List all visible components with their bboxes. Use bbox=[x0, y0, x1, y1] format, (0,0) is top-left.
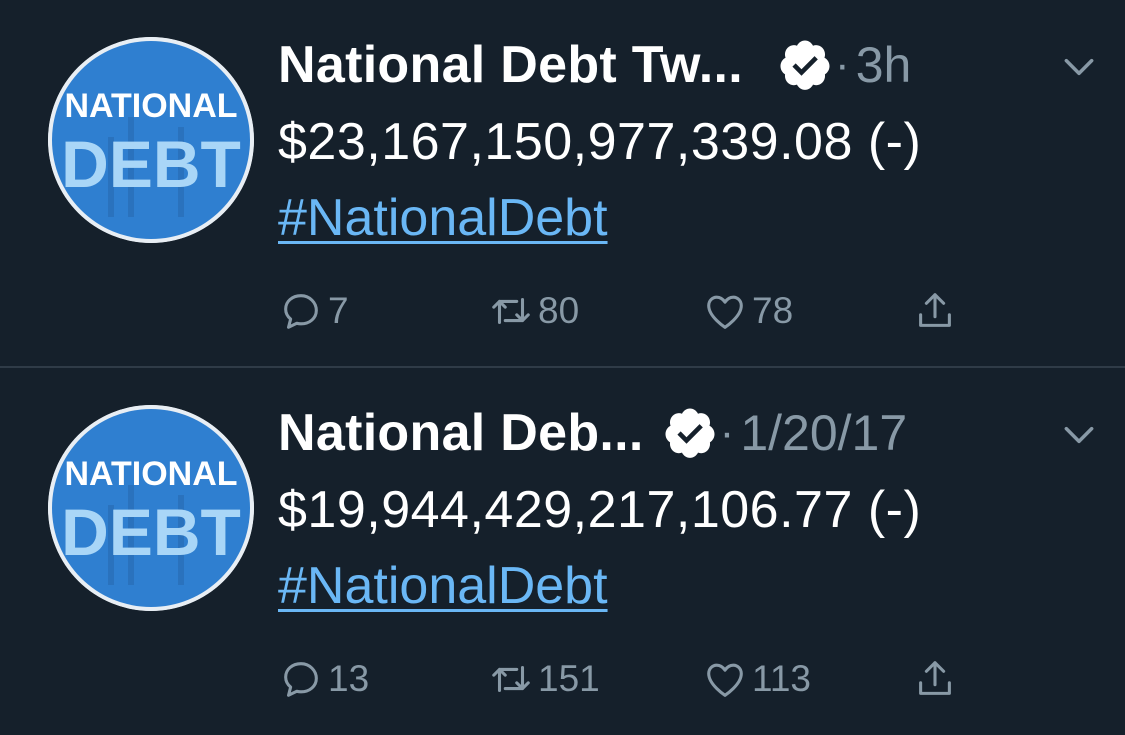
tweet[interactable]: NATIONAL DEBT National Debt Tw... · 3h $… bbox=[0, 0, 1125, 366]
chevron-down-icon[interactable] bbox=[1060, 416, 1098, 454]
display-name[interactable]: National Deb... bbox=[278, 403, 644, 463]
like-count: 113 bbox=[752, 658, 811, 699]
reply-count: 13 bbox=[328, 658, 370, 699]
share-button[interactable] bbox=[912, 286, 958, 336]
tweet-text: $23,167,150,977,339.08 (-) bbox=[278, 113, 922, 171]
verified-badge-icon bbox=[665, 408, 715, 458]
like-button[interactable]: 113 bbox=[702, 654, 811, 704]
reply-button[interactable]: 7 bbox=[278, 286, 349, 336]
timestamp[interactable]: 3h bbox=[856, 36, 912, 94]
like-button[interactable]: 78 bbox=[702, 286, 793, 336]
national-debt-logo: NATIONAL DEBT bbox=[48, 37, 254, 243]
retweet-icon bbox=[492, 297, 530, 325]
avatar-text-national: NATIONAL bbox=[64, 455, 237, 493]
retweet-count: 80 bbox=[538, 290, 580, 331]
reply-icon bbox=[284, 662, 318, 697]
hashtag-link[interactable]: #NationalDebt bbox=[278, 188, 608, 248]
retweet-button[interactable]: 151 bbox=[488, 654, 600, 704]
chevron-down-icon[interactable] bbox=[1060, 48, 1098, 86]
separator-dot: · bbox=[835, 40, 850, 89]
avatar-text-national: NATIONAL bbox=[64, 87, 237, 125]
reply-icon bbox=[284, 294, 318, 329]
retweet-icon bbox=[492, 665, 530, 693]
tweet-actions: 7 80 78 bbox=[278, 286, 978, 336]
avatar[interactable]: NATIONAL DEBT bbox=[48, 37, 254, 243]
share-icon bbox=[919, 293, 951, 327]
separator-dot: · bbox=[719, 408, 735, 457]
verified-badge-icon bbox=[780, 40, 830, 90]
reply-count: 7 bbox=[328, 290, 349, 331]
tweet-actions: 13 151 113 bbox=[278, 654, 978, 704]
tweet-text: $19,944,429,217,106.77 (-) bbox=[278, 481, 922, 539]
display-name[interactable]: National Debt Tw... bbox=[278, 35, 743, 95]
share-icon bbox=[919, 661, 951, 695]
hashtag-link[interactable]: #NationalDebt bbox=[278, 556, 608, 616]
avatar-text-debt: DEBT bbox=[61, 495, 241, 569]
tweet[interactable]: NATIONAL DEBT National Deb... · 1/20/17 … bbox=[0, 368, 1125, 734]
avatar-text-debt: DEBT bbox=[61, 127, 241, 201]
tweet-feed: NATIONAL DEBT National Debt Tw... · 3h $… bbox=[0, 0, 1125, 735]
share-button[interactable] bbox=[912, 654, 958, 704]
timestamp[interactable]: 1/20/17 bbox=[740, 404, 907, 462]
tweet-header: National Deb... · 1/20/17 bbox=[278, 398, 1098, 468]
avatar[interactable]: NATIONAL DEBT bbox=[48, 405, 254, 611]
national-debt-logo: NATIONAL DEBT bbox=[48, 405, 254, 611]
reply-button[interactable]: 13 bbox=[278, 654, 369, 704]
heart-icon bbox=[707, 663, 743, 697]
retweet-button[interactable]: 80 bbox=[488, 286, 579, 336]
retweet-count: 151 bbox=[538, 658, 600, 699]
heart-icon bbox=[707, 295, 743, 329]
like-count: 78 bbox=[752, 290, 794, 331]
tweet-header: National Debt Tw... · 3h bbox=[278, 30, 1098, 100]
